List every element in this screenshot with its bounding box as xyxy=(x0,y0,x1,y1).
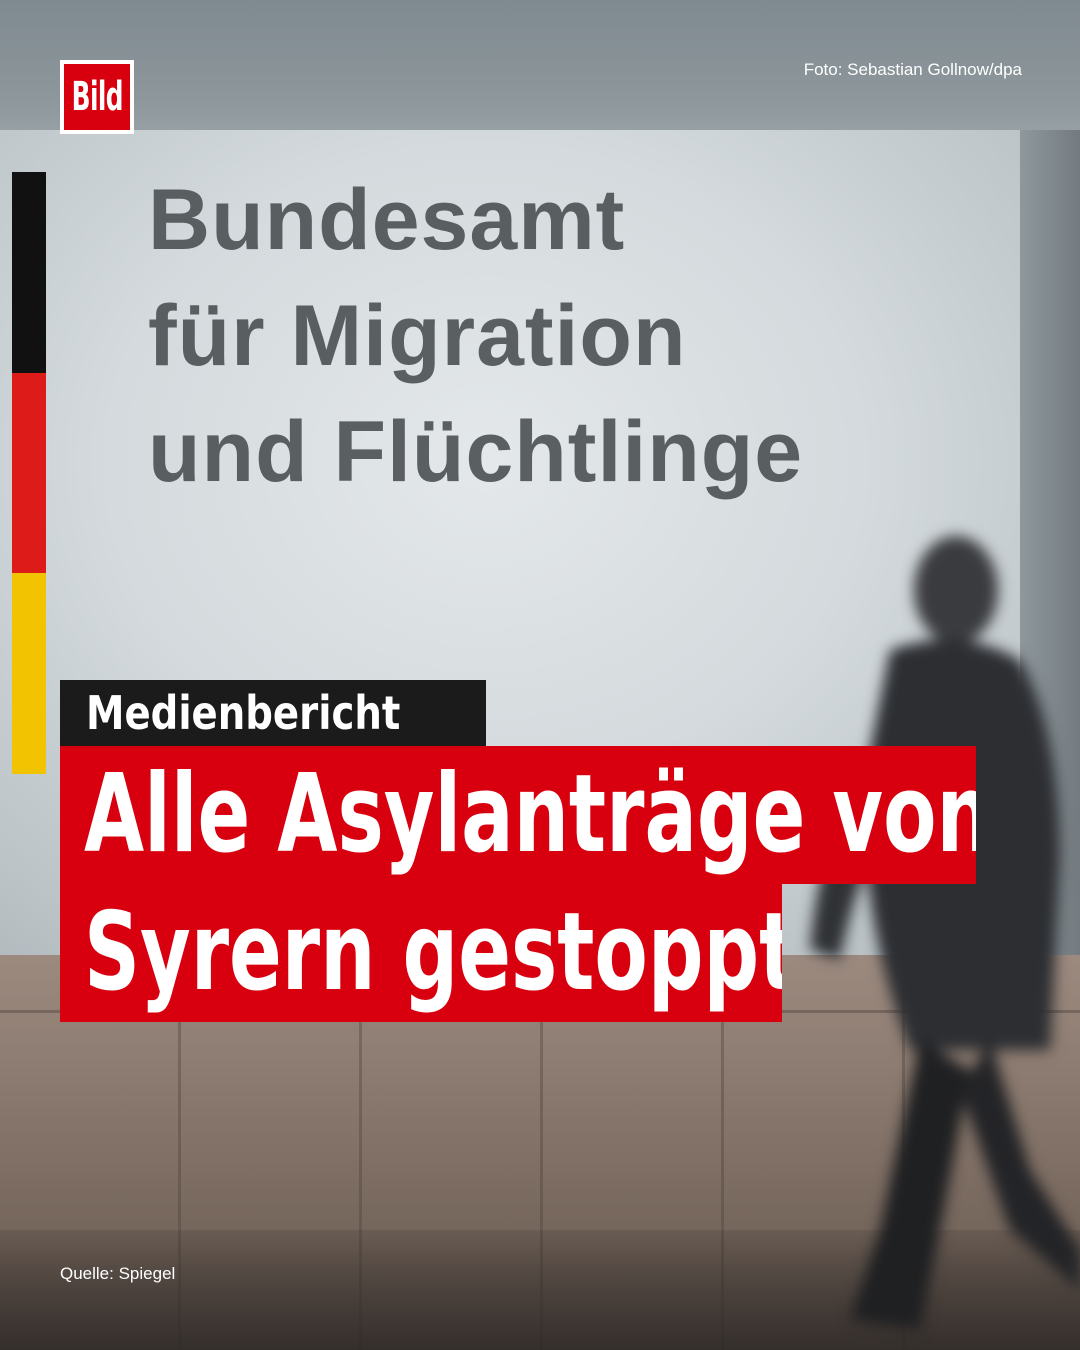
bild-logo-text: Bild xyxy=(71,74,123,120)
headline-line-1: Alle Asylanträge von xyxy=(84,752,976,877)
sign-line-1: Bundesamt xyxy=(148,172,626,268)
bild-logo: Bild xyxy=(60,60,134,134)
sign-line-2: für Migration xyxy=(148,288,687,384)
headline-line-1-box: Alle Asylanträge von xyxy=(60,746,976,884)
kicker-text: Medienbericht xyxy=(86,686,401,740)
source-credit: Quelle: Spiegel xyxy=(60,1264,176,1283)
bild-logo-red-box: Bild xyxy=(64,64,130,130)
flag-band-gold xyxy=(12,573,46,775)
headline-line-2-box: Syrern gestoppt xyxy=(60,884,782,1022)
flag-band-black xyxy=(12,172,46,373)
kicker-label: Medienbericht xyxy=(60,680,487,746)
sign-line-3: und Flüchtlinge xyxy=(148,404,804,500)
photo-credit: Foto: Sebastian Gollnow/dpa xyxy=(803,60,1022,79)
headline-line-2: Syrern gestoppt xyxy=(84,890,782,1015)
flag-band-red xyxy=(12,372,46,574)
blurred-person-figure xyxy=(810,536,1080,1330)
post-image: Bundesamt für Migration und Flüchtlinge … xyxy=(0,0,1080,1350)
sign-lettering: Bundesamt für Migration und Flüchtlinge xyxy=(148,162,803,510)
german-flag-stripe xyxy=(12,172,46,775)
